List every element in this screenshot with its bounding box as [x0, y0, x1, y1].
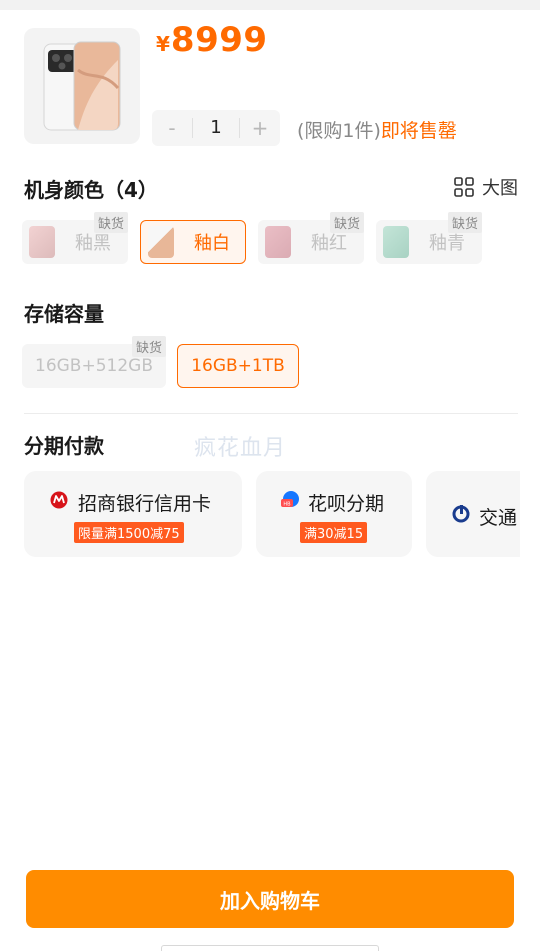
color-option-white[interactable]: 釉白	[140, 220, 246, 264]
storage-option-512gb[interactable]: 16GB+512GB 缺货	[22, 336, 166, 388]
out-of-stock-badge: 缺货	[447, 212, 482, 233]
limit-status: 即将售罄	[380, 120, 457, 142]
installment-section-title: 分期付款	[24, 434, 104, 458]
color-option-black[interactable]: 釉黑 缺货	[22, 212, 128, 264]
installment-name: 招商银行信用卡	[78, 493, 212, 515]
color-label: 釉白	[194, 233, 230, 254]
product-price: ¥ 8999	[156, 20, 268, 60]
out-of-stock-badge: 缺货	[329, 212, 364, 233]
grid-icon	[454, 177, 474, 197]
product-thumbnail[interactable]	[24, 28, 140, 144]
installment-promo: 满30减15	[300, 522, 368, 543]
color-option-green[interactable]: 釉青 缺货	[376, 212, 482, 264]
big-view-label: 大图	[482, 178, 518, 199]
color-option-red[interactable]: 釉红 缺货	[258, 212, 364, 264]
cmb-bank-icon	[50, 491, 68, 509]
bocom-bank-icon	[452, 505, 470, 523]
phone-thumb-icon	[265, 226, 291, 258]
storage-label: 16GB+512GB	[35, 356, 153, 376]
section-divider	[24, 413, 518, 414]
huabei-icon: HB	[281, 491, 299, 508]
storage-label: 16GB+1TB	[191, 356, 285, 376]
color-section-title: 机身颜色（4）	[24, 178, 158, 202]
decrease-button[interactable]: -	[152, 116, 192, 140]
currency-symbol: ¥	[156, 32, 170, 56]
add-to-cart-button[interactable]: 加入购物车	[26, 870, 514, 928]
storage-section-title: 存储容量	[24, 302, 104, 326]
increase-button[interactable]: +	[240, 116, 280, 140]
installment-option-bocom[interactable]: 交通	[426, 471, 520, 557]
phone-thumb-icon	[148, 226, 174, 258]
watermark: 疯花血月	[194, 436, 287, 461]
phone-thumb-icon	[383, 226, 409, 258]
svg-text:HB: HB	[283, 502, 291, 508]
phone-image-icon	[43, 41, 121, 131]
installment-promo: 限量满1500减75	[74, 522, 184, 543]
storage-option-1tb[interactable]: 16GB+1TB	[177, 344, 299, 388]
out-of-stock-badge: 缺货	[93, 212, 128, 233]
price-value: 8999	[170, 20, 268, 60]
phone-thumb-icon	[29, 226, 55, 258]
quantity-stepper: - 1 +	[152, 110, 280, 146]
purchase-limit: (限购1件)即将售罄	[297, 116, 457, 143]
home-indicator	[161, 945, 379, 951]
big-view-button[interactable]: 大图	[454, 174, 518, 200]
installment-option-cmb[interactable]: 招商银行信用卡 限量满1500减75	[24, 471, 242, 557]
top-strip	[0, 0, 540, 10]
installment-name: 花呗分期	[308, 493, 385, 515]
quantity-value[interactable]: 1	[192, 118, 240, 138]
limit-text: (限购1件)	[297, 120, 381, 142]
out-of-stock-badge: 缺货	[131, 336, 166, 357]
installment-option-huabei[interactable]: HB 花呗分期 满30减15	[256, 471, 412, 557]
installment-name: 交通	[479, 507, 518, 529]
